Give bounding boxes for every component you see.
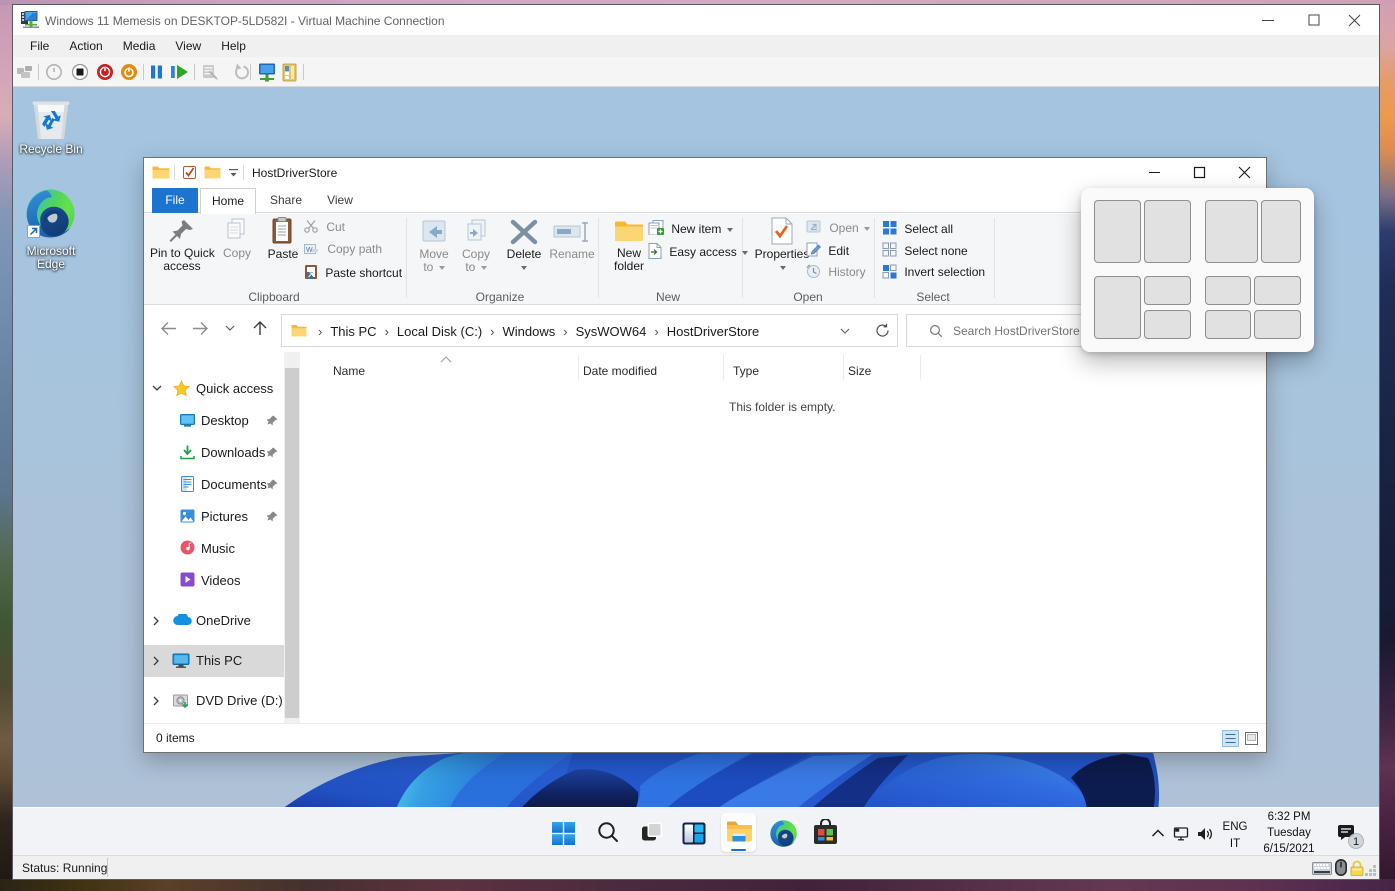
svg-text:W: W	[306, 247, 313, 254]
svg-text:1: 1	[1353, 836, 1359, 848]
